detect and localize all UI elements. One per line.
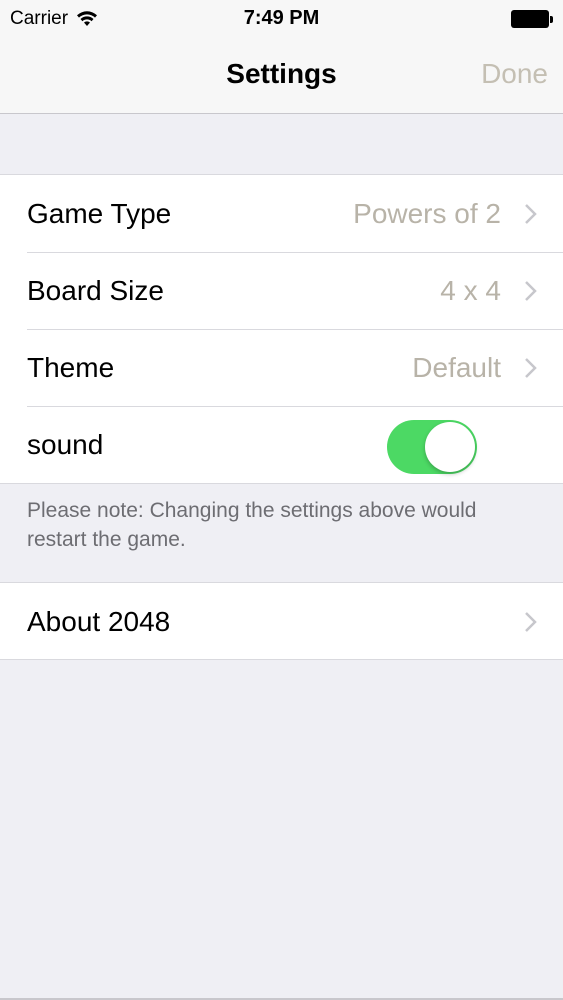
sound-label: sound bbox=[27, 428, 104, 460]
toggle-knob bbox=[425, 422, 475, 472]
sound-toggle[interactable] bbox=[387, 420, 477, 474]
navigation-bar: Settings Done bbox=[0, 38, 563, 114]
game-type-label: Game Type bbox=[27, 197, 172, 229]
chevron-right-icon bbox=[525, 204, 537, 224]
chevron-right-icon bbox=[525, 612, 537, 632]
theme-row[interactable]: Theme Default bbox=[0, 329, 563, 406]
sound-row: sound bbox=[0, 406, 563, 483]
settings-note: Please note: Changing the settings above… bbox=[27, 499, 477, 551]
done-button[interactable]: Done bbox=[481, 58, 548, 90]
board-size-row[interactable]: Board Size 4 x 4 bbox=[0, 252, 563, 329]
board-size-label: Board Size bbox=[27, 274, 164, 306]
status-bar: Carrier 7:49 PM bbox=[0, 0, 563, 38]
settings-group: Game Type Powers of 2 Board Size 4 x 4 T… bbox=[0, 174, 563, 484]
about-label: About 2048 bbox=[27, 605, 171, 637]
chevron-right-icon bbox=[525, 358, 537, 378]
battery-icon bbox=[511, 10, 553, 28]
page-title: Settings bbox=[226, 58, 337, 89]
theme-label: Theme bbox=[27, 351, 115, 383]
status-time: 7:49 PM bbox=[243, 7, 320, 29]
board-size-value: 4 x 4 bbox=[440, 274, 501, 306]
theme-value: Default bbox=[412, 351, 501, 383]
about-group: About 2048 bbox=[0, 582, 563, 660]
chevron-right-icon bbox=[525, 281, 537, 301]
game-type-value: Powers of 2 bbox=[353, 197, 501, 229]
game-type-row[interactable]: Game Type Powers of 2 bbox=[0, 175, 563, 252]
about-row[interactable]: About 2048 bbox=[0, 583, 563, 660]
